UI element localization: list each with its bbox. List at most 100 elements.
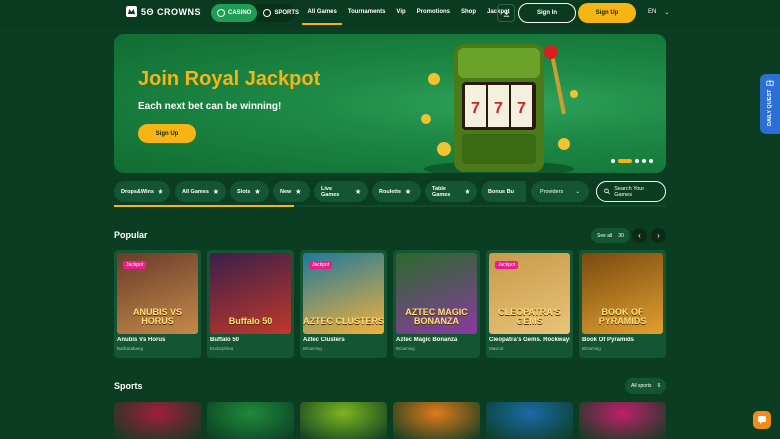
sport-tile[interactable] bbox=[114, 402, 201, 439]
game-thumbnail: Jackpot AZTEC CLUSTERS bbox=[303, 253, 384, 334]
chip-label: Roulette bbox=[379, 188, 401, 195]
sport-tile[interactable] bbox=[486, 402, 573, 439]
game-card[interactable]: Jackpot AZTEC CLUSTERS Aztec Clusters BGami… bbox=[300, 250, 387, 358]
casino-label: CASINO bbox=[228, 10, 252, 16]
popular-prev-button[interactable]: ‹ bbox=[632, 228, 647, 243]
popular-next-button[interactable]: › bbox=[651, 228, 666, 243]
daily-quest-tab[interactable]: DAILY QUEST bbox=[760, 74, 780, 134]
chevron-down-icon: ⌄ bbox=[664, 10, 670, 16]
game-provider: Endorphina bbox=[210, 346, 234, 351]
game-card[interactable]: Jackpot ANUBIS VS HORUS Anubis Vs Horus Bar… bbox=[114, 250, 201, 358]
chip-slots[interactable]: Slots bbox=[230, 181, 269, 202]
filter-scroll-indicator bbox=[114, 205, 666, 207]
game-provider: BGaming bbox=[303, 346, 322, 351]
game-name: Book Of Pyramids bbox=[582, 337, 635, 343]
game-thumbnail: Buffalo 50 bbox=[210, 253, 291, 334]
download-button[interactable] bbox=[497, 4, 515, 22]
game-art-title: ANUBIS VS HORUS bbox=[132, 307, 182, 326]
nav-all-games[interactable]: All Games bbox=[302, 0, 343, 25]
sport-tile[interactable] bbox=[579, 402, 666, 439]
game-card[interactable]: BOOK OF PYRAMIDS Book Of Pyramids BGaming bbox=[579, 250, 666, 358]
chip-all-games[interactable]: All Games bbox=[175, 181, 226, 202]
chip-new[interactable]: New bbox=[273, 181, 310, 202]
sport-tile[interactable] bbox=[207, 402, 294, 439]
chevron-down-icon: ⌄ bbox=[575, 188, 580, 195]
game-provider: Mascot bbox=[489, 346, 504, 351]
all-sports-count: 6 bbox=[657, 383, 661, 389]
svg-text:7: 7 bbox=[494, 100, 503, 117]
all-sports-label: All sports bbox=[631, 383, 652, 389]
providers-label: Providers bbox=[540, 188, 564, 195]
language-selector[interactable]: EN ⌄ bbox=[648, 9, 669, 16]
nav-promotions[interactable]: Promotions bbox=[411, 0, 455, 25]
sports-mode-button[interactable]: SPORTS bbox=[257, 4, 305, 22]
chip-label: Table Games bbox=[432, 185, 451, 198]
game-card[interactable]: AZTEC MAGIC BONANZA Aztec Magic Bonanza BG… bbox=[393, 250, 480, 358]
sports-title: Sports bbox=[114, 381, 143, 391]
chip-live-games[interactable]: Live Games bbox=[314, 181, 368, 202]
providers-dropdown[interactable]: Providers ⌄ bbox=[531, 181, 589, 202]
sports-row bbox=[114, 402, 666, 439]
jackpot-badge: Jackpot bbox=[495, 261, 519, 269]
popular-see-all-button[interactable]: See all 30 bbox=[591, 228, 630, 243]
crown-logo-icon bbox=[126, 6, 137, 17]
game-card[interactable]: Buffalo 50 Buffalo 50 Endorphina bbox=[207, 250, 294, 358]
popular-title: Popular bbox=[114, 230, 148, 240]
promo-banner[interactable]: Join Royal Jackpot Each next bet can be … bbox=[114, 34, 666, 173]
game-thumbnail: Jackpot CLEOPATRA'S GEMS bbox=[489, 253, 570, 334]
chip-bonus-buy[interactable]: Bonus Bu bbox=[481, 181, 526, 202]
banner-sign-up-button[interactable]: Sign Up bbox=[138, 124, 196, 143]
chip-drops-wins[interactable]: Drops&Wins bbox=[114, 181, 170, 202]
live-icon bbox=[355, 188, 361, 194]
brand-logo[interactable]: 5Θ CROWNS bbox=[126, 6, 201, 17]
carousel-dot[interactable] bbox=[611, 159, 615, 163]
chevron-left-icon: ‹ bbox=[638, 231, 641, 240]
svg-text:7: 7 bbox=[517, 100, 526, 117]
jackpot-badge: Jackpot bbox=[123, 261, 147, 269]
top-header: 5Θ CROWNS CASINO SPORTS All Games Tourna… bbox=[0, 0, 780, 27]
game-art-title: AZTEC CLUSTERS bbox=[303, 316, 384, 326]
game-thumbnail: Jackpot ANUBIS VS HORUS bbox=[117, 253, 198, 334]
carousel-dot[interactable] bbox=[649, 159, 653, 163]
search-input[interactable]: Search Your Games bbox=[596, 181, 666, 202]
all-sports-button[interactable]: All sports 6 bbox=[625, 378, 667, 394]
chip-roulette[interactable]: Roulette bbox=[372, 181, 421, 202]
daily-quest-label: DAILY QUEST bbox=[767, 89, 773, 126]
sport-tile[interactable] bbox=[393, 402, 480, 439]
carousel-dot[interactable] bbox=[642, 159, 646, 163]
game-name: Anubis Vs Horus bbox=[117, 337, 166, 343]
popular-games-row: Jackpot ANUBIS VS HORUS Anubis Vs Horus Bar… bbox=[114, 250, 666, 358]
gift-icon bbox=[766, 79, 774, 86]
game-provider: BGaming bbox=[582, 346, 601, 351]
spade-icon bbox=[217, 9, 225, 17]
nav-vip[interactable]: Vip bbox=[391, 0, 411, 25]
sign-up-button[interactable]: Sign Up bbox=[578, 3, 636, 23]
see-all-label: See all bbox=[597, 232, 613, 239]
game-art-title: CLEOPATRA'S GEMS bbox=[498, 307, 561, 326]
carousel-dot[interactable] bbox=[635, 159, 639, 163]
casino-mode-button[interactable]: CASINO bbox=[211, 4, 258, 22]
game-card[interactable]: Jackpot CLEOPATRA'S GEMS Cleopatra's Gems.… bbox=[486, 250, 573, 358]
chat-button[interactable] bbox=[753, 411, 771, 429]
chat-icon bbox=[758, 416, 766, 424]
download-icon bbox=[503, 9, 509, 17]
sport-tile[interactable] bbox=[300, 402, 387, 439]
slots-icon bbox=[254, 188, 261, 194]
roulette-icon bbox=[405, 188, 411, 194]
nav-tournaments[interactable]: Tournaments bbox=[342, 0, 391, 25]
chip-label: Slots bbox=[237, 188, 251, 195]
banner-subtitle: Each next bet can be winning! bbox=[138, 101, 282, 112]
chip-label: All Games bbox=[182, 188, 209, 195]
sign-in-button[interactable]: Sign In bbox=[518, 3, 576, 23]
game-provider: Barbarabang bbox=[117, 346, 144, 351]
nav-shop[interactable]: Shop bbox=[456, 0, 482, 25]
chip-label: New bbox=[280, 188, 292, 195]
game-art-title: AZTEC MAGIC BONANZA bbox=[405, 307, 468, 326]
logo-text: 5Θ CROWNS bbox=[141, 6, 202, 17]
see-all-count: 30 bbox=[618, 232, 624, 239]
chip-label: Drops&Wins bbox=[121, 188, 154, 195]
chip-table-games[interactable]: Table Games bbox=[425, 181, 477, 202]
carousel-dot-active[interactable] bbox=[618, 159, 632, 163]
game-art-title: BOOK OF PYRAMIDS bbox=[598, 307, 647, 326]
language-label: EN bbox=[648, 9, 657, 15]
